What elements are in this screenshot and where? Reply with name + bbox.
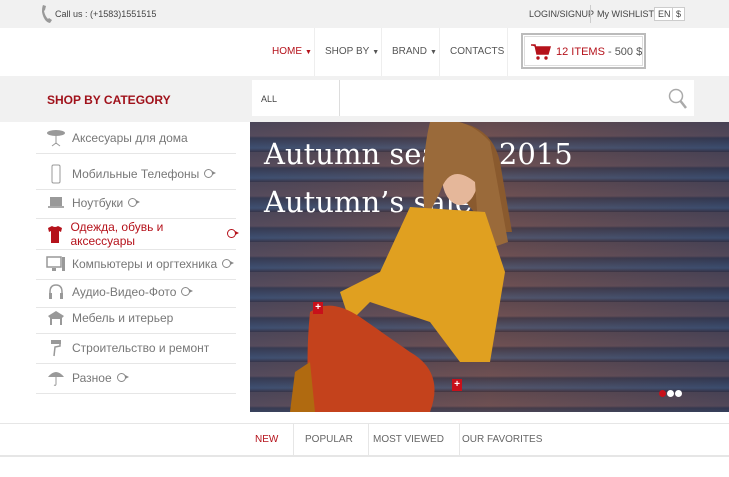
cart-separator: - [604, 46, 615, 58]
sidebar-item-category[interactable]: Одежда, обувь и аксессуары [36, 218, 239, 250]
model-image [290, 122, 512, 412]
category-label: Разное [72, 370, 112, 385]
sidebar-item-category[interactable]: Мебель и итерьер [36, 302, 236, 334]
furniture-icon [42, 308, 70, 328]
sidebar-item-category[interactable]: Строительство и ремонт [36, 332, 236, 364]
phone-icon [42, 164, 70, 184]
category-label: Строительство и ремонт [72, 340, 210, 355]
caret-down-icon: ▼ [305, 49, 312, 56]
category-label: Одежда, обувь и аксессуары [70, 219, 164, 248]
divider [590, 5, 591, 23]
nav-label: HOME [272, 46, 302, 57]
submenu-arrow-icon[interactable] [181, 287, 194, 296]
caret-down-icon: ▼ [430, 49, 437, 56]
search-input[interactable] [342, 80, 662, 116]
category-label: Ноутбуки [72, 195, 124, 210]
wishlist-link[interactable]: My WISHLIST [597, 9, 654, 19]
hero-slider[interactable]: Autumn season 2015 Autumn’s sale + + [250, 122, 729, 412]
slide-dot[interactable] [675, 390, 682, 397]
category-label: Аудио-Видео-Фото [72, 284, 177, 299]
cart-button[interactable]: 12 ITEMS - 500 $ [521, 33, 646, 69]
nav-label: SHOP BY [325, 46, 370, 57]
tab-our-favorites[interactable]: OUR FAVORITES [447, 424, 557, 456]
shop-by-category-title: SHOP BY CATEGORY [47, 93, 171, 107]
nav-label: CONTACTS [450, 46, 505, 57]
cart-count: 12 ITEMS [556, 46, 605, 58]
tab-popular[interactable]: POPULAR [290, 424, 369, 456]
sidebar-item-category[interactable]: Мобильные Телефоны [36, 158, 236, 190]
nav-shop-by[interactable]: SHOP BY ▼ [314, 28, 389, 76]
category-label: Компьютеры и оргтехника [72, 256, 218, 271]
main-nav: HOME ▼ SHOP BY ▼ BRAND ▼ CONTACTS 12 ITEMS … [0, 28, 729, 76]
category-label: Мебель и итерьер [72, 310, 174, 325]
category-bar: SHOP BY CATEGORY ALL CATEGORIES▼ [0, 76, 729, 142]
cart-icon [531, 44, 551, 60]
slide-dot[interactable] [667, 390, 674, 397]
nav-contacts[interactable]: CONTACTS [439, 28, 508, 76]
tab-most-viewed[interactable]: MOST VIEWED [358, 424, 460, 456]
hotspot-plus-icon[interactable]: + [452, 379, 462, 391]
product-tabs: NEW POPULAR MOST VIEWED OUR FAVORITES [0, 423, 729, 457]
login-signup-link[interactable]: LOGIN/SIGNUP [529, 9, 594, 19]
search-icon[interactable] [668, 88, 688, 110]
call-us-text: Call us : (+1583)1551515 [55, 9, 157, 19]
category-label: Мобильные Телефоны [72, 166, 200, 181]
submenu-arrow-icon[interactable] [222, 259, 235, 268]
laptop-icon [42, 193, 70, 213]
category-label: Аксесуары для дома [72, 130, 188, 145]
category-select[interactable]: ALL CATEGORIES▼ [252, 80, 340, 142]
submenu-arrow-icon[interactable] [227, 229, 239, 238]
sidebar-item-category[interactable]: Ноутбуки [36, 187, 236, 219]
umbrella-icon [42, 368, 70, 388]
sidebar-item-category[interactable]: Разное [36, 362, 236, 394]
submenu-arrow-icon[interactable] [116, 373, 129, 382]
currency-selector[interactable]: $ [672, 7, 686, 21]
hotspot-plus-icon[interactable]: + [313, 302, 323, 314]
tab-new[interactable]: NEW [240, 424, 295, 456]
nav-home[interactable]: HOME ▼ [262, 28, 322, 76]
slide-dot-active[interactable] [659, 390, 666, 397]
submenu-arrow-icon[interactable] [128, 198, 141, 207]
cart-total: 500 $ [614, 46, 643, 58]
nav-brand[interactable]: BRAND ▼ [381, 28, 447, 76]
submenu-arrow-icon[interactable] [204, 169, 217, 178]
search-box: ALL CATEGORIES▼ [252, 80, 694, 142]
phone-icon [42, 5, 52, 23]
table-icon [42, 128, 70, 148]
headphones-icon [42, 282, 70, 302]
paint-roller-icon [42, 338, 70, 358]
caret-down-icon: ▼ [372, 49, 380, 56]
desktop-icon [42, 254, 70, 274]
cart-summary: 12 ITEMS - 500 $ [556, 46, 642, 58]
top-bar: Call us : (+1583)1551515 LOGIN/SIGNUP My… [0, 0, 729, 28]
nav-label: BRAND [392, 46, 428, 57]
sidebar-item-category[interactable]: Аксесуары для дома [36, 122, 236, 154]
shirt-icon [42, 224, 68, 244]
